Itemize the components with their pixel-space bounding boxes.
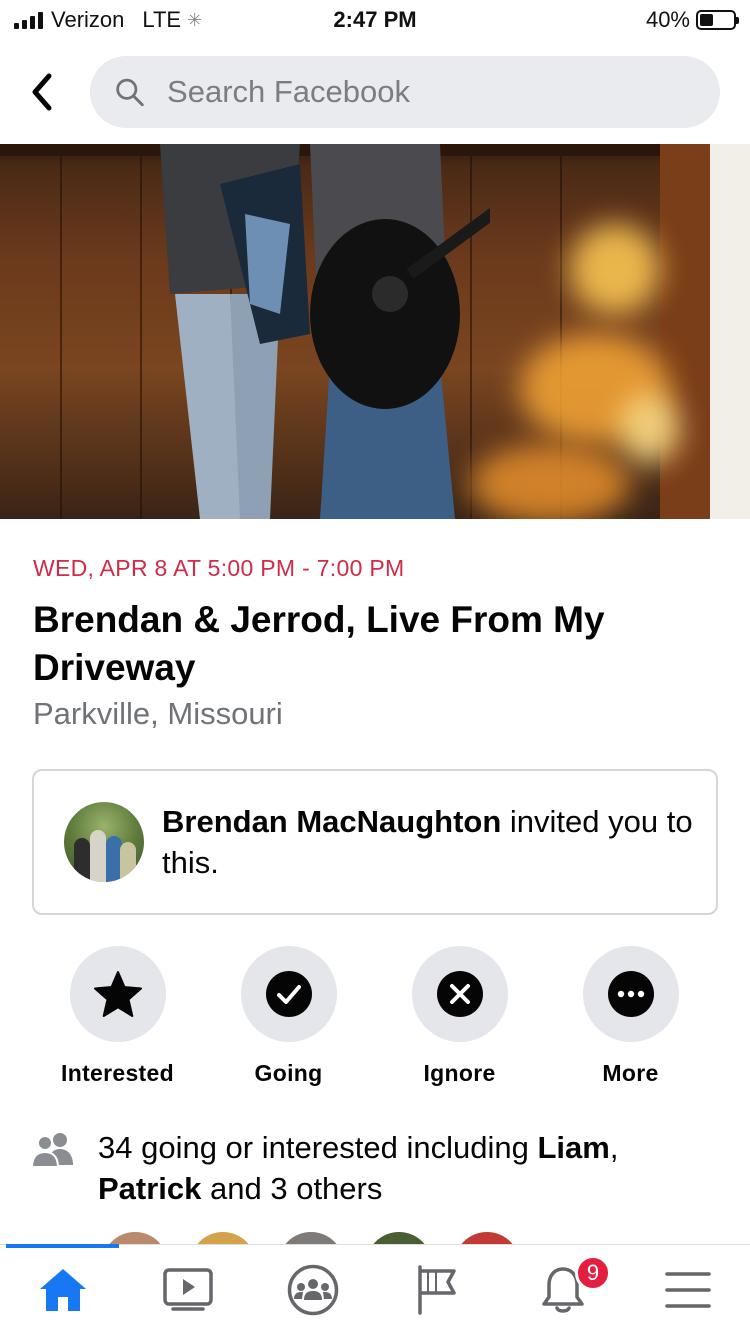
event-title: Brendan & Jerrod, Live From My Driveway [33,599,605,688]
invite-message: Brendan MacNaughton invited you to this. [162,801,716,883]
home-icon [39,1268,86,1311]
attendees-prefix: 34 going or interested including [98,1130,538,1165]
invite-card[interactable]: Brendan MacNaughton invited you to this. [32,769,718,915]
attendees-summary[interactable]: 34 going or interested including Liam, P… [32,1127,722,1209]
attendees-text: 34 going or interested including Liam, P… [98,1127,722,1209]
tab-watch[interactable] [125,1245,250,1334]
more-label: More [602,1060,659,1086]
tab-groups[interactable] [250,1245,375,1334]
signal-strength-icon [14,11,43,29]
attendees-suffix: and 3 others [201,1171,383,1206]
chevron-left-icon [32,73,52,111]
more-button[interactable]: More [545,946,716,1087]
rsvp-actions: Interested Going Ignore More [0,946,750,1087]
battery-icon [696,10,739,30]
attendee-name-patrick[interactable]: Patrick [98,1171,201,1206]
search-bar[interactable] [90,56,720,128]
pages-flag-icon [417,1264,456,1315]
x-circle-icon [436,971,483,1017]
battery-percent: 40% [645,7,690,32]
watch-icon [162,1267,213,1311]
tab-pages[interactable] [375,1245,500,1334]
inviter-name[interactable]: Brendan MacNaughton [162,804,501,839]
bottom-tab-bar: 9 [0,1244,750,1334]
more-circle [582,946,679,1042]
more-dots-icon [607,971,654,1017]
activity-spinner-icon: ✳ [187,9,203,30]
interested-circle [69,946,166,1042]
event-cover-photo[interactable] [0,144,750,519]
going-label: Going [254,1060,323,1086]
going-circle [240,946,337,1042]
search-header [0,52,750,132]
ignore-circle [411,946,508,1042]
ignore-button[interactable]: Ignore [374,946,545,1087]
attendees-separator: , [609,1130,619,1165]
groups-icon [287,1264,338,1315]
interested-button[interactable]: Interested [32,946,203,1087]
event-location[interactable]: Parkville, Missouri [33,696,283,732]
battery-indicator: 40% [645,7,739,33]
tab-menu[interactable] [625,1245,750,1334]
ignore-label: Ignore [423,1060,496,1086]
search-input[interactable] [167,74,720,110]
menu-icon [664,1271,711,1308]
star-icon [93,971,142,1017]
people-icon [32,1133,73,1167]
interested-label: Interested [61,1060,174,1086]
search-icon [116,78,144,107]
going-button[interactable]: Going [203,946,374,1087]
check-circle-icon [265,971,312,1017]
carrier-name: Verizon [51,7,125,32]
status-bar: Verizon LTE ✳ 2:47 PM 40% [0,0,750,40]
attendee-name-liam[interactable]: Liam [537,1130,609,1165]
notification-badge: 9 [575,1255,611,1291]
event-date: WED, APR 8 AT 5:00 PM - 7:00 PM [33,555,405,581]
inviter-avatar[interactable] [64,802,144,882]
active-tab-indicator [6,1244,119,1248]
tab-home[interactable] [0,1245,125,1334]
tab-notifications[interactable]: 9 [500,1245,625,1334]
back-button[interactable] [22,62,62,122]
network-type: LTE [142,7,182,32]
guitarist-right-figure [310,144,490,519]
